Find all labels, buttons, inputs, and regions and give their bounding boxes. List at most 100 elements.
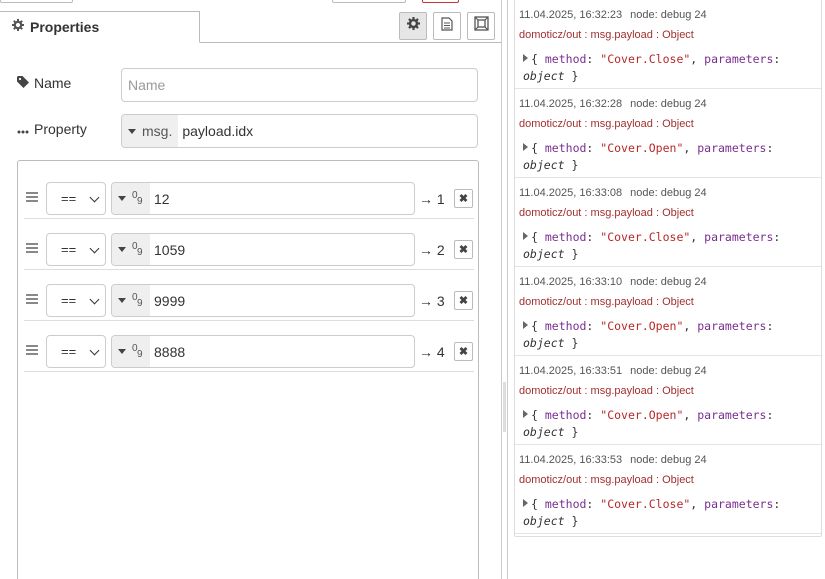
debug-topic: domoticz/out : msg.payload : Object	[519, 29, 694, 41]
expand-triangle-icon[interactable]	[523, 321, 528, 329]
debug-node-link[interactable]: node: debug 24	[630, 98, 706, 110]
debug-timestamp: 11.04.2025, 16:33:10	[519, 276, 623, 288]
settings-tab-button[interactable]	[399, 12, 427, 40]
debug-timestamp: 11.04.2025, 16:32:28	[519, 98, 623, 110]
property-value[interactable]: payload.idx	[178, 115, 253, 147]
rule-value-input: 09 1059	[111, 233, 415, 266]
rule-type-button[interactable]: 09	[112, 336, 150, 367]
drag-handle-icon[interactable]	[26, 243, 38, 255]
rule-value-input: 09 8888	[111, 335, 415, 368]
drag-handle-icon[interactable]	[26, 294, 38, 306]
drag-handle-icon[interactable]	[26, 192, 38, 204]
name-input[interactable]: Name	[121, 68, 478, 102]
debug-payload[interactable]: { method: "Cover.Open", parameters: obje…	[523, 318, 773, 352]
debug-message-meta: 11.04.2025, 16:32:28 node: debug 24	[519, 98, 707, 110]
description-tab-button[interactable]	[433, 12, 461, 40]
debug-panel: 11.04.2025, 16:32:23 node: debug 24 domot…	[508, 0, 825, 579]
splitter-grip[interactable]	[503, 382, 506, 432]
number-type-icon: 09	[132, 291, 143, 309]
operator-select[interactable]: ==	[46, 182, 106, 215]
debug-topic: domoticz/out : msg.payload : Object	[519, 296, 694, 308]
debug-timestamp: 11.04.2025, 16:33:51	[519, 365, 623, 377]
delete-rule-button[interactable]: ✖	[454, 189, 473, 208]
operator-select[interactable]: ==	[46, 233, 106, 266]
close-icon: ✖	[458, 346, 469, 358]
rule-value[interactable]: 12	[150, 183, 170, 214]
debug-payload[interactable]: { method: "Cover.Close", parameters: obj…	[523, 229, 780, 263]
debug-message: 11.04.2025, 16:33:51 node: debug 24 domot…	[515, 356, 821, 445]
debug-message-meta: 11.04.2025, 16:33:10 node: debug 24	[519, 276, 707, 288]
tab-buttons	[399, 12, 495, 40]
property-row: Property	[17, 121, 121, 137]
delete-rule-button[interactable]: ✖	[454, 291, 473, 310]
caret-down-icon	[128, 128, 136, 134]
number-type-icon: 09	[132, 189, 143, 207]
rule-type-button[interactable]: 09	[112, 183, 150, 214]
rule-output-label: → 4	[419, 343, 445, 360]
rule-output-label: → 1	[419, 190, 445, 207]
panel-splitter[interactable]	[501, 0, 508, 579]
header-button-remnant[interactable]	[422, 0, 459, 3]
caret-down-icon	[118, 298, 126, 303]
debug-timestamp: 11.04.2025, 16:33:53	[519, 454, 623, 466]
rule-row: == 09 8888 → 4 ✖	[24, 321, 474, 372]
debug-message-meta: 11.04.2025, 16:33:08 node: debug 24	[519, 187, 707, 199]
operator-select[interactable]: ==	[46, 284, 106, 317]
debug-topic: domoticz/out : msg.payload : Object	[519, 207, 694, 219]
rule-output-label: → 2	[419, 241, 445, 258]
debug-node-link[interactable]: node: debug 24	[630, 9, 706, 21]
debug-payload[interactable]: { method: "Cover.Open", parameters: obje…	[523, 407, 773, 441]
rule-type-button[interactable]: 09	[112, 285, 150, 316]
rule-value[interactable]: 8888	[150, 336, 185, 367]
debug-node-link[interactable]: node: debug 24	[630, 187, 706, 199]
close-icon: ✖	[458, 295, 469, 307]
debug-topic: domoticz/out : msg.payload : Object	[519, 385, 694, 397]
tag-icon	[17, 75, 29, 91]
header-button-remnant[interactable]	[332, 0, 406, 3]
tab-properties[interactable]: Properties	[0, 11, 200, 43]
caret-down-icon	[118, 247, 126, 252]
debug-topic: domoticz/out : msg.payload : Object	[519, 118, 694, 130]
debug-message: 11.04.2025, 16:33:53 node: debug 24 domot…	[515, 445, 821, 534]
debug-node-link[interactable]: node: debug 24	[630, 365, 706, 377]
frame-icon	[473, 16, 489, 36]
debug-message: 11.04.2025, 16:33:10 node: debug 24 domot…	[515, 267, 821, 356]
rule-row: == 09 12 → 1 ✖	[24, 168, 474, 219]
drag-handle-icon[interactable]	[26, 345, 38, 357]
header-button-remnant[interactable]	[0, 0, 73, 3]
operator-select[interactable]: ==	[46, 335, 106, 368]
expand-triangle-icon[interactable]	[523, 54, 528, 62]
caret-down-icon	[118, 349, 126, 354]
name-row: Name	[17, 75, 121, 91]
rule-type-button[interactable]: 09	[112, 234, 150, 265]
debug-node-link[interactable]: node: debug 24	[630, 454, 706, 466]
rule-value-input: 09 9999	[111, 284, 415, 317]
rule-value[interactable]: 9999	[150, 285, 185, 316]
debug-payload[interactable]: { method: "Cover.Close", parameters: obj…	[523, 496, 780, 530]
gear-icon	[406, 17, 420, 35]
close-icon: ✖	[458, 193, 469, 205]
expand-triangle-icon[interactable]	[523, 499, 528, 507]
debug-timestamp: 11.04.2025, 16:32:23	[519, 9, 623, 21]
gear-icon	[12, 18, 24, 36]
debug-topic: domoticz/out : msg.payload : Object	[519, 474, 694, 486]
caret-down-icon	[118, 196, 126, 201]
chevron-down-icon	[89, 243, 100, 254]
delete-rule-button[interactable]: ✖	[454, 240, 473, 259]
property-input: msg. payload.idx	[121, 114, 478, 148]
delete-rule-button[interactable]: ✖	[454, 342, 473, 361]
name-label: Name	[17, 75, 121, 91]
rule-row: == 09 9999 → 3 ✖	[24, 270, 474, 321]
debug-node-link[interactable]: node: debug 24	[630, 276, 706, 288]
chevron-down-icon	[89, 192, 100, 203]
debug-payload[interactable]: { method: "Cover.Close", parameters: obj…	[523, 51, 780, 85]
appearance-tab-button[interactable]	[467, 12, 495, 40]
rule-value[interactable]: 1059	[150, 234, 185, 265]
expand-triangle-icon[interactable]	[523, 232, 528, 240]
expand-triangle-icon[interactable]	[523, 410, 528, 418]
debug-message-meta: 11.04.2025, 16:33:53 node: debug 24	[519, 454, 707, 466]
debug-payload[interactable]: { method: "Cover.Open", parameters: obje…	[523, 140, 773, 174]
debug-message: 11.04.2025, 16:32:23 node: debug 24 domot…	[515, 0, 821, 89]
expand-triangle-icon[interactable]	[523, 143, 528, 151]
property-type-button[interactable]: msg.	[122, 115, 179, 147]
